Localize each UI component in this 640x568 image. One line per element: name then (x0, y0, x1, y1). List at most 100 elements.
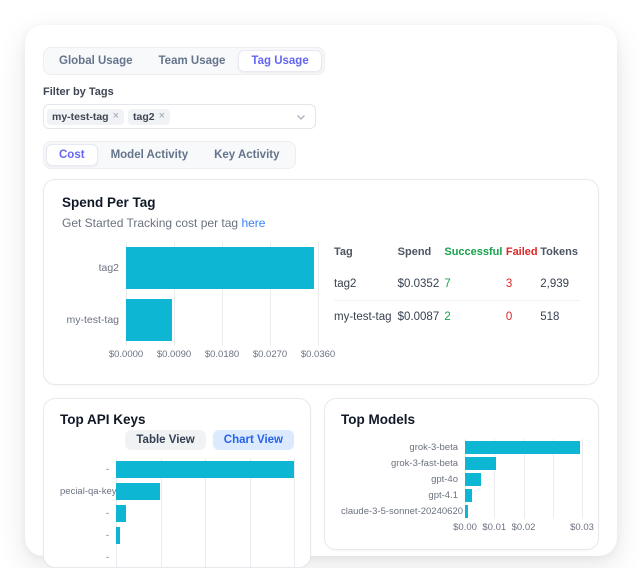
axis-tick-label: $0.0270 (253, 349, 287, 360)
spend-per-tag-chart: tag2 my-test-tag $0.0000 $0.0090 $0.0180 $0.0… (62, 242, 318, 361)
bar-track (465, 489, 582, 502)
top-models-chart: grok-3-beta grok-3-fast-beta gpt-4o gpt-4.1… (341, 439, 582, 534)
tab-global-usage[interactable]: Global Usage (46, 50, 146, 72)
bar-track (126, 299, 318, 341)
table-cell: $0.0352 (398, 268, 445, 301)
bar-track (116, 549, 294, 566)
view-toggle: Table View Chart View (60, 430, 294, 450)
table-cell: $0.0087 (398, 301, 445, 334)
chart-row: - (60, 546, 294, 568)
table-header-row: TagSpendSuccessfulFailedTokens (334, 242, 580, 268)
bar-3 (116, 527, 120, 544)
bar-label: - (60, 530, 116, 541)
top-models-title: Top Models (341, 412, 582, 427)
chart-row: grok-3-fast-beta (341, 455, 582, 471)
bar-label: grok-3-beta (341, 442, 465, 453)
table-row: my-test-tag$0.008720518 (334, 301, 580, 334)
remove-tag-icon[interactable]: × (159, 111, 165, 122)
bar-label: - (60, 464, 116, 475)
bar-0 (126, 247, 314, 289)
chart-row: gpt-4.1 (341, 487, 582, 503)
tag-chip-label: my-test-tag (52, 111, 109, 123)
axis-tick-label: $0.0090 (157, 349, 191, 360)
chart-row: claude-3-5-sonnet-20240620 (341, 503, 582, 519)
bar-1 (126, 299, 172, 341)
spend-per-tag-table: TagSpendSuccessfulFailedTokens tag2$0.03… (334, 242, 580, 333)
gridline (318, 242, 319, 346)
tag-chip: tag2 × (128, 109, 170, 125)
bar-label: claude-3-5-sonnet-20240620 (341, 506, 465, 517)
chart-x-axis: $0.0000$0.0090$0.0180$0.0270$0.0360 (126, 346, 318, 361)
table-row: tag2$0.0352732,939 (334, 268, 580, 301)
chart-view-button[interactable]: Chart View (213, 430, 294, 450)
bar-track (116, 505, 294, 522)
bar-1 (465, 457, 496, 470)
chart-row: gpt-4o (341, 471, 582, 487)
bar-3 (465, 489, 472, 502)
column-header: Tokens (540, 242, 580, 268)
usage-dashboard: Global UsageTeam UsageTag Usage Filter b… (25, 25, 617, 556)
bar-track (116, 527, 294, 544)
axis-tick-label: $0.02 (512, 522, 536, 533)
table-view-button[interactable]: Table View (125, 430, 205, 450)
top-api-keys-title: Top API Keys (60, 412, 294, 427)
table-cell: my-test-tag (334, 301, 398, 334)
bar-2 (465, 473, 481, 486)
column-header: Tag (334, 242, 398, 268)
chart-row: tag2 (62, 242, 318, 294)
tab-tag-usage[interactable]: Tag Usage (238, 50, 321, 72)
table-cell: 2,939 (540, 268, 580, 301)
table-cell: 3 (506, 268, 540, 301)
top-models-card: Top Models grok-3-beta grok-3-fast-beta gp… (324, 398, 599, 550)
table-cell: tag2 (334, 268, 398, 301)
filter-by-tags-label: Filter by Tags (43, 86, 599, 98)
bar-label: my-test-tag (62, 314, 126, 326)
subtitle-text: Get Started Tracking cost per tag (62, 216, 238, 230)
top-api-keys-card: Top API Keys Table View Chart View - pecia… (43, 398, 311, 568)
chart-row: grok-3-beta (341, 439, 582, 455)
axis-tick-label: $0.0180 (205, 349, 239, 360)
chart-row: my-test-tag (62, 294, 318, 346)
chart-row: pecial-qa-key (60, 480, 294, 502)
table-cell: 518 (540, 301, 580, 334)
bar-track (126, 247, 318, 289)
spend-per-tag-subtitle: Get Started Tracking cost per tag here (62, 216, 580, 230)
bar-label: - (60, 508, 116, 519)
tag-chip-label: tag2 (133, 111, 155, 123)
bar-4 (465, 505, 468, 518)
tab-team-usage[interactable]: Team Usage (146, 50, 239, 72)
tag-filter-select[interactable]: my-test-tag × tag2 × (43, 104, 316, 129)
bar-track (116, 461, 294, 478)
axis-tick-label: $0.0000 (109, 349, 143, 360)
bar-0 (465, 441, 580, 454)
axis-tick-label: $0.0360 (301, 349, 335, 360)
bar-0 (116, 461, 294, 478)
usage-tabs: Global UsageTeam UsageTag Usage (43, 47, 325, 75)
bar-label: tag2 (62, 262, 126, 274)
tab-model-activity[interactable]: Model Activity (98, 144, 202, 166)
bar-label: pecial-qa-key (60, 486, 116, 497)
here-link[interactable]: here (241, 216, 265, 230)
remove-tag-icon[interactable]: × (113, 111, 119, 122)
bar-track (465, 505, 582, 518)
gridline (582, 439, 583, 519)
table-cell: 0 (506, 301, 540, 334)
bar-2 (116, 505, 126, 522)
column-header: Spend (398, 242, 445, 268)
cost-activity-tabs: CostModel ActivityKey Activity (43, 141, 296, 169)
column-header: Failed (506, 242, 540, 268)
bar-track (116, 483, 294, 500)
bar-track (465, 457, 582, 470)
column-header: Successful (444, 242, 505, 268)
bar-label: gpt-4o (341, 474, 465, 485)
gridline (294, 458, 295, 568)
bar-1 (116, 483, 160, 500)
chevron-down-icon[interactable] (295, 111, 307, 123)
table-cell: 7 (444, 268, 505, 301)
axis-tick-label: $0.00 (453, 522, 477, 533)
bar-label: gpt-4.1 (341, 490, 465, 501)
spend-per-tag-title: Spend Per Tag (62, 195, 580, 210)
tab-key-activity[interactable]: Key Activity (201, 144, 292, 166)
tab-cost[interactable]: Cost (46, 144, 98, 166)
bar-label: grok-3-fast-beta (341, 458, 465, 469)
